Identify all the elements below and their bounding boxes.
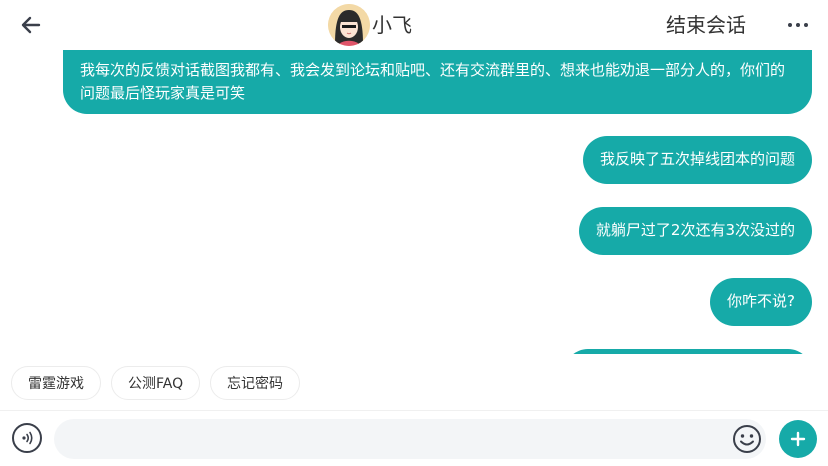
more-dot [796, 23, 800, 27]
quick-reply-chip[interactable]: 公测FAQ [111, 366, 201, 400]
quick-reply-chip[interactable]: 雷霆游戏 [11, 366, 101, 400]
message-input[interactable] [54, 419, 766, 459]
arrow-left-icon [21, 16, 41, 34]
avatar-icon [328, 4, 370, 46]
emoji-button[interactable] [732, 424, 762, 454]
end-session-button[interactable]: 结束会话 [666, 12, 746, 38]
quick-reply-chip[interactable]: 忘记密码 [210, 366, 300, 400]
input-bar [0, 410, 828, 466]
message-bubble: 你咋不说? [710, 278, 812, 326]
voice-icon [22, 431, 33, 445]
add-button[interactable] [779, 420, 817, 458]
emoji-icon [733, 425, 761, 453]
more-dot [788, 23, 792, 27]
quick-reply-bar: 雷霆游戏 公测FAQ 忘记密码 [0, 354, 828, 410]
back-button[interactable] [14, 10, 48, 40]
message-bubble: 我反映了五次掉线团本的问题 [582, 136, 812, 184]
message-list[interactable]: 我每次的反馈对话截图我都有、我会发到论坛和贴吧、还有交流群里的、想来也能劝退一部… [0, 50, 828, 354]
chat-screen: 小飞 结束会话 我每次的反馈对话截图我都有、我会发到论坛和贴吧、还有交流群里的、… [0, 0, 828, 466]
voice-button[interactable] [12, 423, 42, 453]
message-bubble: 我每次的反馈对话截图我都有、我会发到论坛和贴吧、还有交流群里的、想来也能劝退一部… [63, 50, 812, 114]
more-dot [804, 23, 808, 27]
message-bubble: 就躺尸过了2次还有3次没过的 [578, 207, 812, 255]
chat-header: 小飞 结束会话 [0, 0, 828, 50]
plus-icon [790, 431, 806, 447]
more-button[interactable] [782, 12, 814, 38]
avatar [328, 4, 370, 46]
agent-name: 小飞 [372, 13, 412, 37]
